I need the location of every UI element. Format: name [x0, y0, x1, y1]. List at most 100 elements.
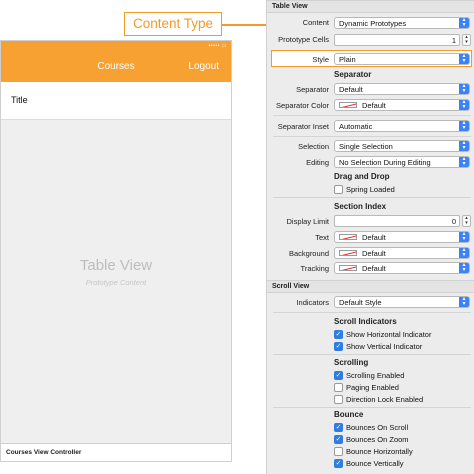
editing-value: No Selection During Editing: [339, 158, 431, 167]
section-title: Scroll View: [272, 283, 310, 290]
background-popup[interactable]: Default ▴ ▾: [334, 247, 470, 259]
scrolling-enabled-label: Scrolling Enabled: [346, 371, 405, 380]
cell-title-label: Title: [11, 95, 28, 105]
tracking-popup[interactable]: Default ▴ ▾: [334, 262, 470, 274]
show-horizontal-checkbox[interactable]: ✓: [334, 330, 343, 339]
selection-popup[interactable]: Single Selection ▴ ▾: [334, 140, 470, 152]
tracking-value: Default: [362, 264, 386, 273]
display-limit-stepper[interactable]: ▴ ▾: [462, 215, 471, 227]
popup-arrows-icon: ▴ ▾: [459, 53, 469, 64]
popup-arrows-icon: ▴ ▾: [459, 99, 469, 110]
content-type-callout: Content Type: [124, 12, 222, 36]
style-popup[interactable]: Plain ▴ ▾: [334, 53, 470, 65]
view-controller-label: Courses View Controller: [6, 449, 82, 456]
bounce-horizontally-checkbox[interactable]: [334, 447, 343, 456]
separator-label: Separator: [296, 85, 329, 94]
separator-popup[interactable]: Default ▴ ▾: [334, 83, 470, 95]
popup-arrows-icon: ▴ ▾: [459, 247, 469, 258]
indicators-label: Indicators: [296, 298, 329, 307]
divider: [273, 136, 471, 137]
selection-value: Single Selection: [339, 142, 393, 151]
scroll-view-section-header[interactable]: Scroll View: [267, 280, 474, 293]
scrolling-enabled-checkbox[interactable]: ✓: [334, 371, 343, 380]
navigation-bar: ••••• ▭ Courses Logout: [1, 41, 231, 82]
separator-group-title: Separator: [334, 70, 372, 79]
prototype-content-label: Prototype Content: [85, 278, 147, 287]
spring-loaded-checkbox[interactable]: [334, 185, 343, 194]
prototype-cells-label: Prototype Cells: [278, 35, 329, 44]
table-view-section-header[interactable]: Table View: [267, 0, 474, 13]
background-label: Background: [288, 249, 329, 258]
content-popup[interactable]: Dynamic Prototypes ▴ ▾: [334, 17, 470, 29]
paging-enabled-label: Paging Enabled: [346, 383, 399, 392]
tracking-label: Tracking: [300, 264, 329, 273]
view-controller-bar[interactable]: Courses View Controller: [1, 443, 231, 461]
section-index-group-title: Section Index: [334, 202, 387, 211]
scroll-indicators-group-title: Scroll Indicators: [334, 317, 397, 326]
prototype-cells-value: 1: [451, 36, 456, 45]
color-swatch-icon: [339, 250, 357, 256]
popup-arrows-icon: ▴ ▾: [459, 17, 469, 28]
popup-arrows-icon: ▴ ▾: [459, 296, 469, 307]
popup-arrows-icon: ▴ ▾: [459, 120, 469, 131]
style-value: Plain: [339, 55, 356, 64]
display-limit-label: Display Limit: [286, 217, 329, 226]
prototype-cell[interactable]: Title: [1, 82, 231, 120]
drag-drop-group-title: Drag and Drop: [334, 172, 390, 181]
editing-popup[interactable]: No Selection During Editing ▴ ▾: [334, 156, 470, 168]
indicators-popup[interactable]: Default Style ▴ ▾: [334, 296, 470, 308]
prototype-cells-field[interactable]: 1: [334, 34, 460, 46]
storyboard-canvas[interactable]: ••••• ▭ Courses Logout Title Table View …: [0, 40, 232, 462]
paging-enabled-checkbox[interactable]: [334, 383, 343, 392]
bounces-on-scroll-label: Bounces On Scroll: [346, 423, 409, 432]
color-swatch-icon: [339, 102, 357, 108]
divider: [273, 354, 471, 355]
separator-value: Default: [339, 85, 363, 94]
bounce-horizontally-label: Bounce Horizontally: [346, 447, 413, 456]
spring-loaded-label: Spring Loaded: [346, 185, 395, 194]
separator-inset-popup[interactable]: Automatic ▴ ▾: [334, 120, 470, 132]
popup-arrows-icon: ▴ ▾: [459, 262, 469, 273]
show-vertical-checkbox[interactable]: ✓: [334, 342, 343, 351]
text-color-value: Default: [362, 233, 386, 242]
display-limit-field[interactable]: 0: [334, 215, 460, 227]
divider: [273, 407, 471, 408]
logout-button[interactable]: Logout: [188, 61, 219, 72]
content-label: Content: [302, 18, 329, 27]
direction-lock-checkbox[interactable]: [334, 395, 343, 404]
section-title: Table View: [272, 3, 308, 10]
popup-arrows-icon: ▴ ▾: [459, 140, 469, 151]
table-view-placeholder: Table View: [79, 257, 153, 274]
bounce-vertically-checkbox[interactable]: ✓: [334, 459, 343, 468]
prototype-cells-stepper[interactable]: ▴ ▾: [462, 34, 471, 46]
direction-lock-label: Direction Lock Enabled: [346, 395, 424, 404]
bounces-on-scroll-checkbox[interactable]: ✓: [334, 423, 343, 432]
callout-connector: [222, 24, 270, 26]
selection-label: Selection: [298, 142, 329, 151]
separator-color-popup[interactable]: Default ▴ ▾: [334, 99, 470, 111]
display-limit-value: 0: [451, 217, 456, 226]
style-label: Style: [312, 55, 329, 64]
bounces-on-zoom-label: Bounces On Zoom: [346, 435, 409, 444]
editing-label: Editing: [306, 158, 329, 167]
separator-inset-value: Automatic: [339, 122, 373, 131]
separator-inset-label: Separator Inset: [277, 122, 329, 131]
separator-color-value: Default: [362, 101, 386, 110]
content-value: Dynamic Prototypes: [339, 19, 407, 28]
divider: [273, 312, 471, 313]
status-bar: ••••• ▭: [208, 43, 227, 49]
separator-color-label: Separator Color: [276, 101, 329, 110]
scrolling-group-title: Scrolling: [334, 358, 369, 367]
popup-arrows-icon: ▴ ▾: [459, 231, 469, 242]
indicators-value: Default Style: [339, 298, 382, 307]
divider: [273, 115, 471, 116]
text-color-label: Text: [315, 233, 329, 242]
attributes-inspector: Table View Content Dynamic Prototypes ▴ ▾ …: [266, 0, 474, 474]
bounces-on-zoom-checkbox[interactable]: ✓: [334, 435, 343, 444]
show-vertical-label: Show Vertical Indicator: [346, 342, 423, 351]
bounce-vertically-label: Bounce Vertically: [346, 459, 404, 468]
popup-arrows-icon: ▴ ▾: [459, 156, 469, 167]
text-color-popup[interactable]: Default ▴ ▾: [334, 231, 470, 243]
background-value: Default: [362, 249, 386, 258]
divider: [273, 197, 471, 198]
